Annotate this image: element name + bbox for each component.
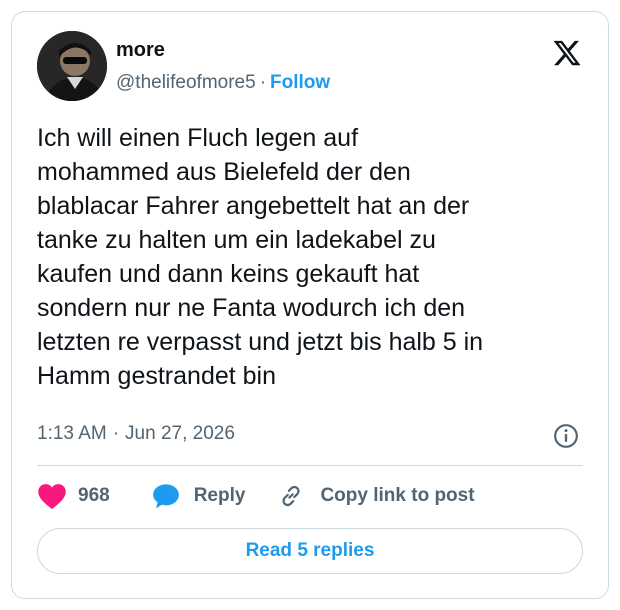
tweet-time: 1:13 AM (37, 423, 107, 444)
handle-separator: · (259, 72, 267, 93)
reply-button[interactable]: Reply (152, 482, 246, 510)
divider (37, 465, 583, 466)
link-icon (282, 485, 301, 507)
speech-bubble-icon (152, 484, 179, 509)
read-replies-label: Read 5 replies (245, 540, 375, 561)
tweet-timestamp[interactable]: 1:13 AM · Jun 27, 2026 (37, 423, 235, 445)
author-name[interactable]: more (116, 39, 165, 62)
author-handle[interactable]: @thelifeofmore5 (116, 72, 256, 93)
x-logo-icon[interactable] (551, 38, 583, 68)
like-count: 968 (78, 485, 110, 506)
follow-button[interactable]: Follow (270, 72, 330, 93)
copy-link-label: Copy link to post (320, 485, 475, 506)
timestamp-separator: · (112, 423, 120, 444)
avatar-image (37, 31, 107, 101)
action-bar: 968 Reply Copy link to post (37, 482, 475, 510)
tweet-date: Jun 27, 2026 (125, 423, 235, 444)
tweet-card: more @thelifeofmore5 · Follow Ich will ein… (11, 11, 609, 599)
reply-label: Reply (193, 485, 246, 506)
tweet-text: Ich will einen Fluch legen auf mohammed … (37, 124, 484, 390)
like-button[interactable]: 968 (37, 482, 110, 510)
author-handle-row: @thelifeofmore5 · Follow (116, 72, 330, 94)
read-replies-button[interactable]: Read 5 replies (37, 528, 583, 574)
heart-icon (38, 484, 66, 510)
avatar[interactable] (37, 31, 107, 101)
copy-link-button[interactable]: Copy link to post (278, 483, 475, 509)
info-icon[interactable] (553, 423, 579, 449)
